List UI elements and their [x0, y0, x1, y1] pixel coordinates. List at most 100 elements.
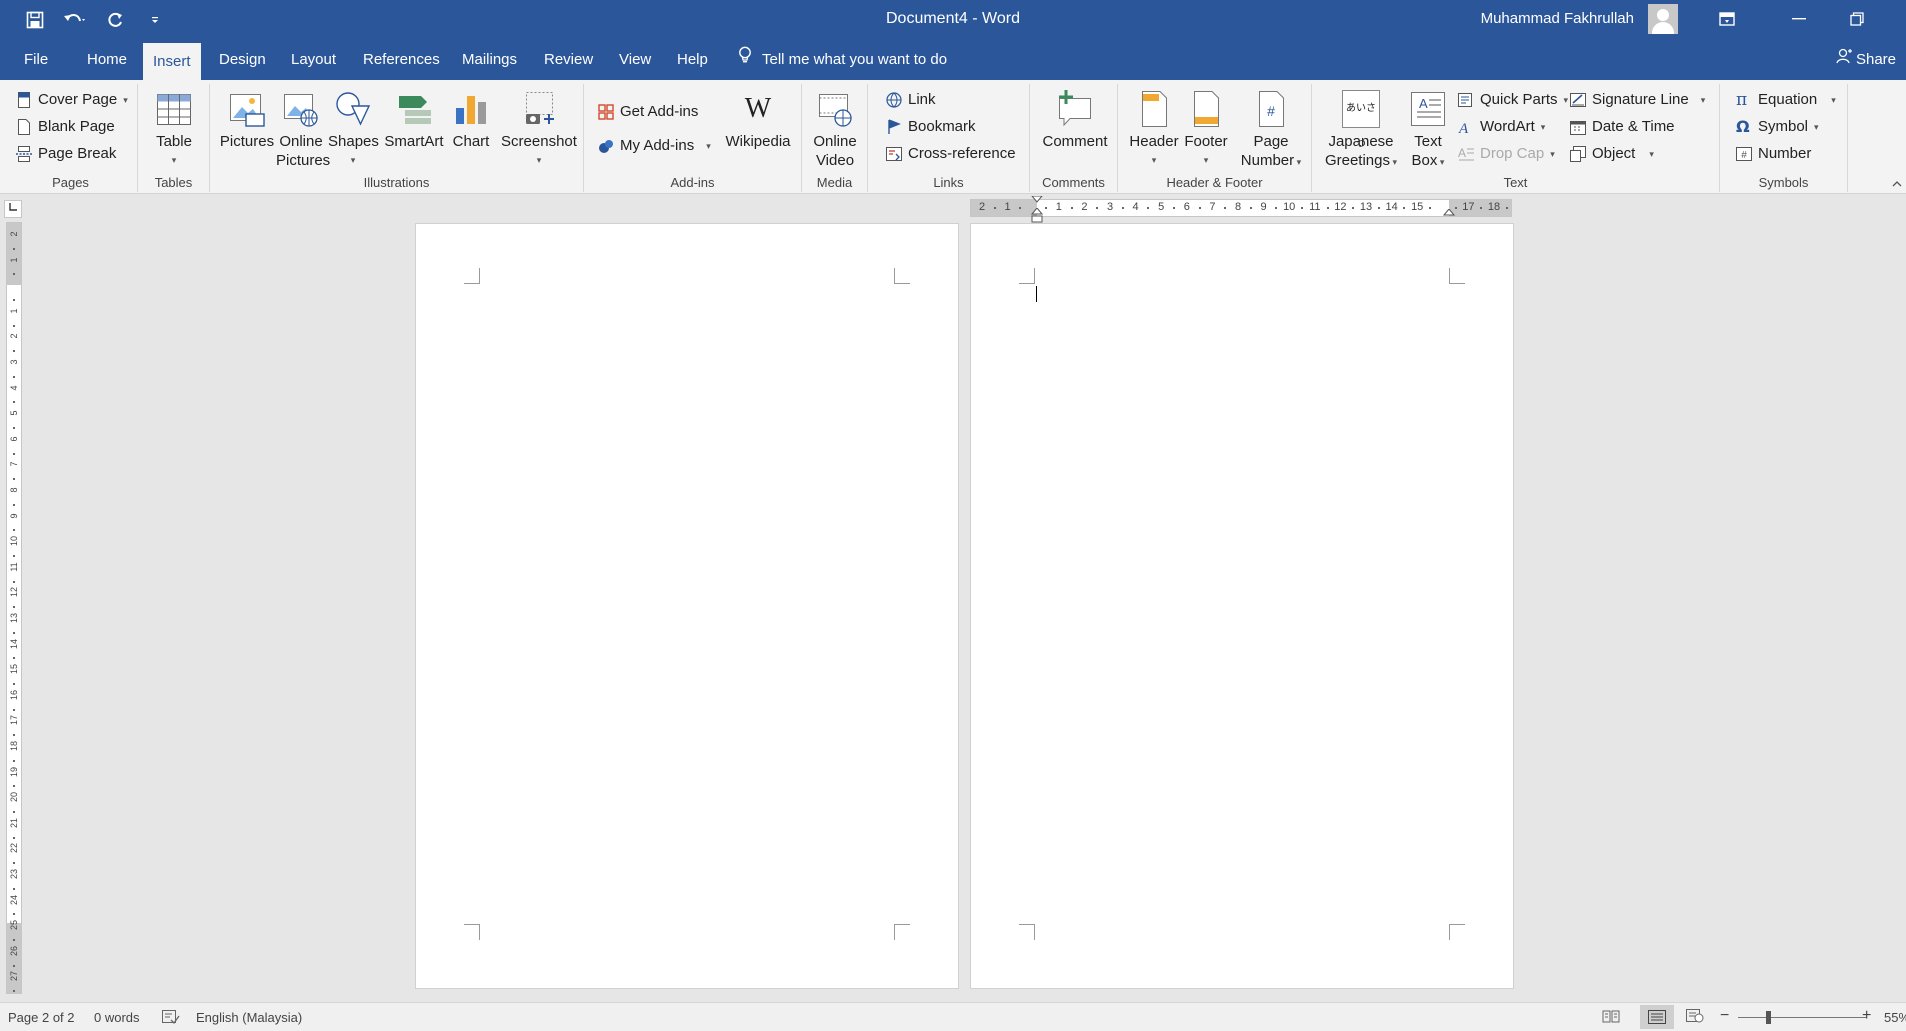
- cover-page-button[interactable]: Cover Page ▾: [16, 88, 128, 112]
- tell-me-label: Tell me what you want to do: [762, 51, 948, 68]
- language-indicator[interactable]: English (Malaysia): [196, 1010, 302, 1025]
- link-button[interactable]: Link: [886, 88, 936, 112]
- zoom-slider[interactable]: [1738, 1017, 1866, 1018]
- equation-button[interactable]: π Equation ▾: [1736, 88, 1836, 112]
- quick-parts-label: Quick Parts: [1480, 91, 1558, 108]
- tab-help[interactable]: Help: [667, 40, 718, 80]
- header-button[interactable]: Header ▾: [1128, 90, 1180, 170]
- tab-insert[interactable]: Insert: [143, 43, 201, 80]
- cross-reference-button[interactable]: Cross-reference: [886, 142, 1016, 166]
- online-video-icon: [816, 90, 854, 128]
- vruler-minor-tick: [13, 734, 15, 737]
- first-line-indent-marker[interactable]: [1030, 195, 1044, 203]
- ribbon-display-options-icon[interactable]: [1698, 0, 1756, 38]
- print-layout-icon[interactable]: [1640, 1005, 1674, 1029]
- svg-text:A: A: [1419, 96, 1428, 111]
- vruler-minor-tick: [13, 478, 15, 481]
- zoom-in-icon[interactable]: +: [1862, 1007, 1871, 1025]
- group-media: Online Video Media: [802, 84, 868, 192]
- ruler-minor-tick: [1019, 207, 1022, 209]
- wikipedia-button[interactable]: W Wikipedia: [718, 90, 798, 151]
- left-indent-marker[interactable]: [1030, 207, 1044, 224]
- user-name[interactable]: Muhammad Fakhrullah: [1481, 10, 1634, 27]
- comment-icon: [1056, 90, 1094, 128]
- close-icon[interactable]: [1886, 0, 1906, 38]
- group-label-addins: Add-ins: [670, 175, 715, 190]
- wordart-button[interactable]: A WordArt ▾: [1458, 115, 1545, 139]
- ruler-tick-label: 4: [1132, 201, 1139, 213]
- vruler-minor-tick: [13, 580, 15, 583]
- blank-page-button[interactable]: Blank Page: [16, 115, 115, 139]
- tab-design[interactable]: Design: [209, 40, 276, 80]
- shapes-button[interactable]: Shapes ▾: [328, 90, 379, 170]
- horizontal-ruler[interactable]: 2 1 1 2 3 4 5 6 7 8 9 10 11 12 13 14 15 17 18: [970, 195, 1512, 223]
- tab-layout[interactable]: Layout: [281, 40, 346, 80]
- text-box-button[interactable]: A Text Box ▾: [1402, 90, 1454, 172]
- drop-cap-button[interactable]: A Drop Cap ▾: [1458, 142, 1555, 166]
- collapse-ribbon-icon[interactable]: [1890, 177, 1904, 191]
- vruler-minor-tick: [13, 401, 15, 404]
- shapes-icon: [334, 90, 372, 128]
- vruler-minor-tick: [13, 529, 15, 532]
- drop-cap-label: Drop Cap: [1480, 145, 1545, 162]
- avatar[interactable]: [1648, 4, 1678, 34]
- proofing-icon[interactable]: [162, 1010, 180, 1027]
- online-pictures-icon: [282, 90, 320, 128]
- page-2[interactable]: [970, 223, 1514, 989]
- group-addins: Get Add-ins My Add-ins ▾ W Wikipedia Add-…: [584, 84, 802, 192]
- ruler-tick-label: 5: [1158, 201, 1165, 213]
- my-addins-button[interactable]: My Add-ins ▾: [598, 134, 711, 158]
- number-button[interactable]: # Number: [1736, 142, 1811, 166]
- smartart-button[interactable]: SmartArt: [382, 90, 446, 151]
- signature-line-button[interactable]: Signature Line ▾: [1570, 88, 1705, 112]
- tab-review[interactable]: Review: [534, 40, 603, 80]
- word-count[interactable]: 0 words: [94, 1010, 140, 1025]
- header-icon: [1135, 90, 1173, 128]
- chart-button[interactable]: Chart: [448, 90, 494, 151]
- object-button[interactable]: Object ▾: [1570, 142, 1654, 166]
- tab-mailings[interactable]: Mailings: [452, 40, 527, 80]
- zoom-slider-thumb[interactable]: [1766, 1011, 1771, 1024]
- group-label-comments: Comments: [1042, 175, 1105, 190]
- read-mode-icon[interactable]: [1602, 1009, 1620, 1026]
- table-button[interactable]: Table ▾: [148, 90, 200, 170]
- footer-button[interactable]: Footer ▾: [1180, 90, 1232, 170]
- web-layout-icon[interactable]: [1686, 1009, 1704, 1026]
- bookmark-button[interactable]: Bookmark: [886, 115, 976, 139]
- page-number-button[interactable]: # Page Number ▾: [1232, 90, 1310, 172]
- pictures-button[interactable]: Pictures: [217, 90, 277, 151]
- share-button[interactable]: Share: [1836, 40, 1896, 80]
- restore-icon[interactable]: [1828, 0, 1886, 38]
- tab-selector[interactable]: [4, 200, 22, 218]
- zoom-out-icon[interactable]: −: [1720, 1007, 1729, 1025]
- tell-me-search[interactable]: Tell me what you want to do: [738, 40, 947, 80]
- text-box-icon: A: [1409, 90, 1447, 128]
- symbol-button[interactable]: Ω Symbol ▾: [1736, 115, 1819, 139]
- screenshot-button[interactable]: Screenshot ▾: [496, 90, 582, 170]
- number-icon: #: [1736, 147, 1752, 161]
- group-text: あいさつ Japanese Greetings ▾ A Text Box ▾ Q…: [1312, 84, 1720, 192]
- tab-file[interactable]: File: [14, 40, 58, 80]
- tab-references[interactable]: References: [353, 40, 450, 80]
- zoom-level[interactable]: 55%: [1884, 1010, 1906, 1025]
- group-pages: Cover Page ▾ Blank Page Page Break Pages: [4, 84, 138, 192]
- my-addins-label: My Add-ins: [620, 137, 695, 154]
- tab-view[interactable]: View: [609, 40, 661, 80]
- online-video-button[interactable]: Online Video: [808, 90, 862, 170]
- online-pictures-button[interactable]: Online Pictures: [276, 90, 330, 170]
- minimize-icon[interactable]: [1770, 0, 1828, 38]
- title-bar: Document4 - Word Muhammad Fakhrullah: [0, 0, 1906, 40]
- page-break-button[interactable]: Page Break: [16, 142, 116, 166]
- vertical-ruler[interactable]: 2 1 1 2 3 4 5 6 7 8 9 10 11 12 13 14 15 16 17 18 19 20 21 22 23 2…: [6, 222, 22, 994]
- get-addins-button[interactable]: Get Add-ins: [598, 100, 698, 124]
- japanese-greetings-button[interactable]: あいさつ Japanese Greetings ▾: [1320, 90, 1402, 172]
- tab-home[interactable]: Home: [77, 40, 137, 80]
- date-time-button[interactable]: Date & Time: [1570, 115, 1675, 139]
- quick-parts-button[interactable]: Quick Parts ▾: [1458, 88, 1568, 112]
- comment-button[interactable]: Comment: [1038, 90, 1112, 151]
- vruler-tick-label: 19: [9, 766, 19, 777]
- page-1[interactable]: [415, 223, 959, 989]
- page-count[interactable]: Page 2 of 2: [8, 1010, 75, 1025]
- group-header-footer: Header ▾ Footer ▾ # Page Number ▾ Header…: [1118, 84, 1312, 192]
- right-indent-marker[interactable]: [1442, 208, 1456, 216]
